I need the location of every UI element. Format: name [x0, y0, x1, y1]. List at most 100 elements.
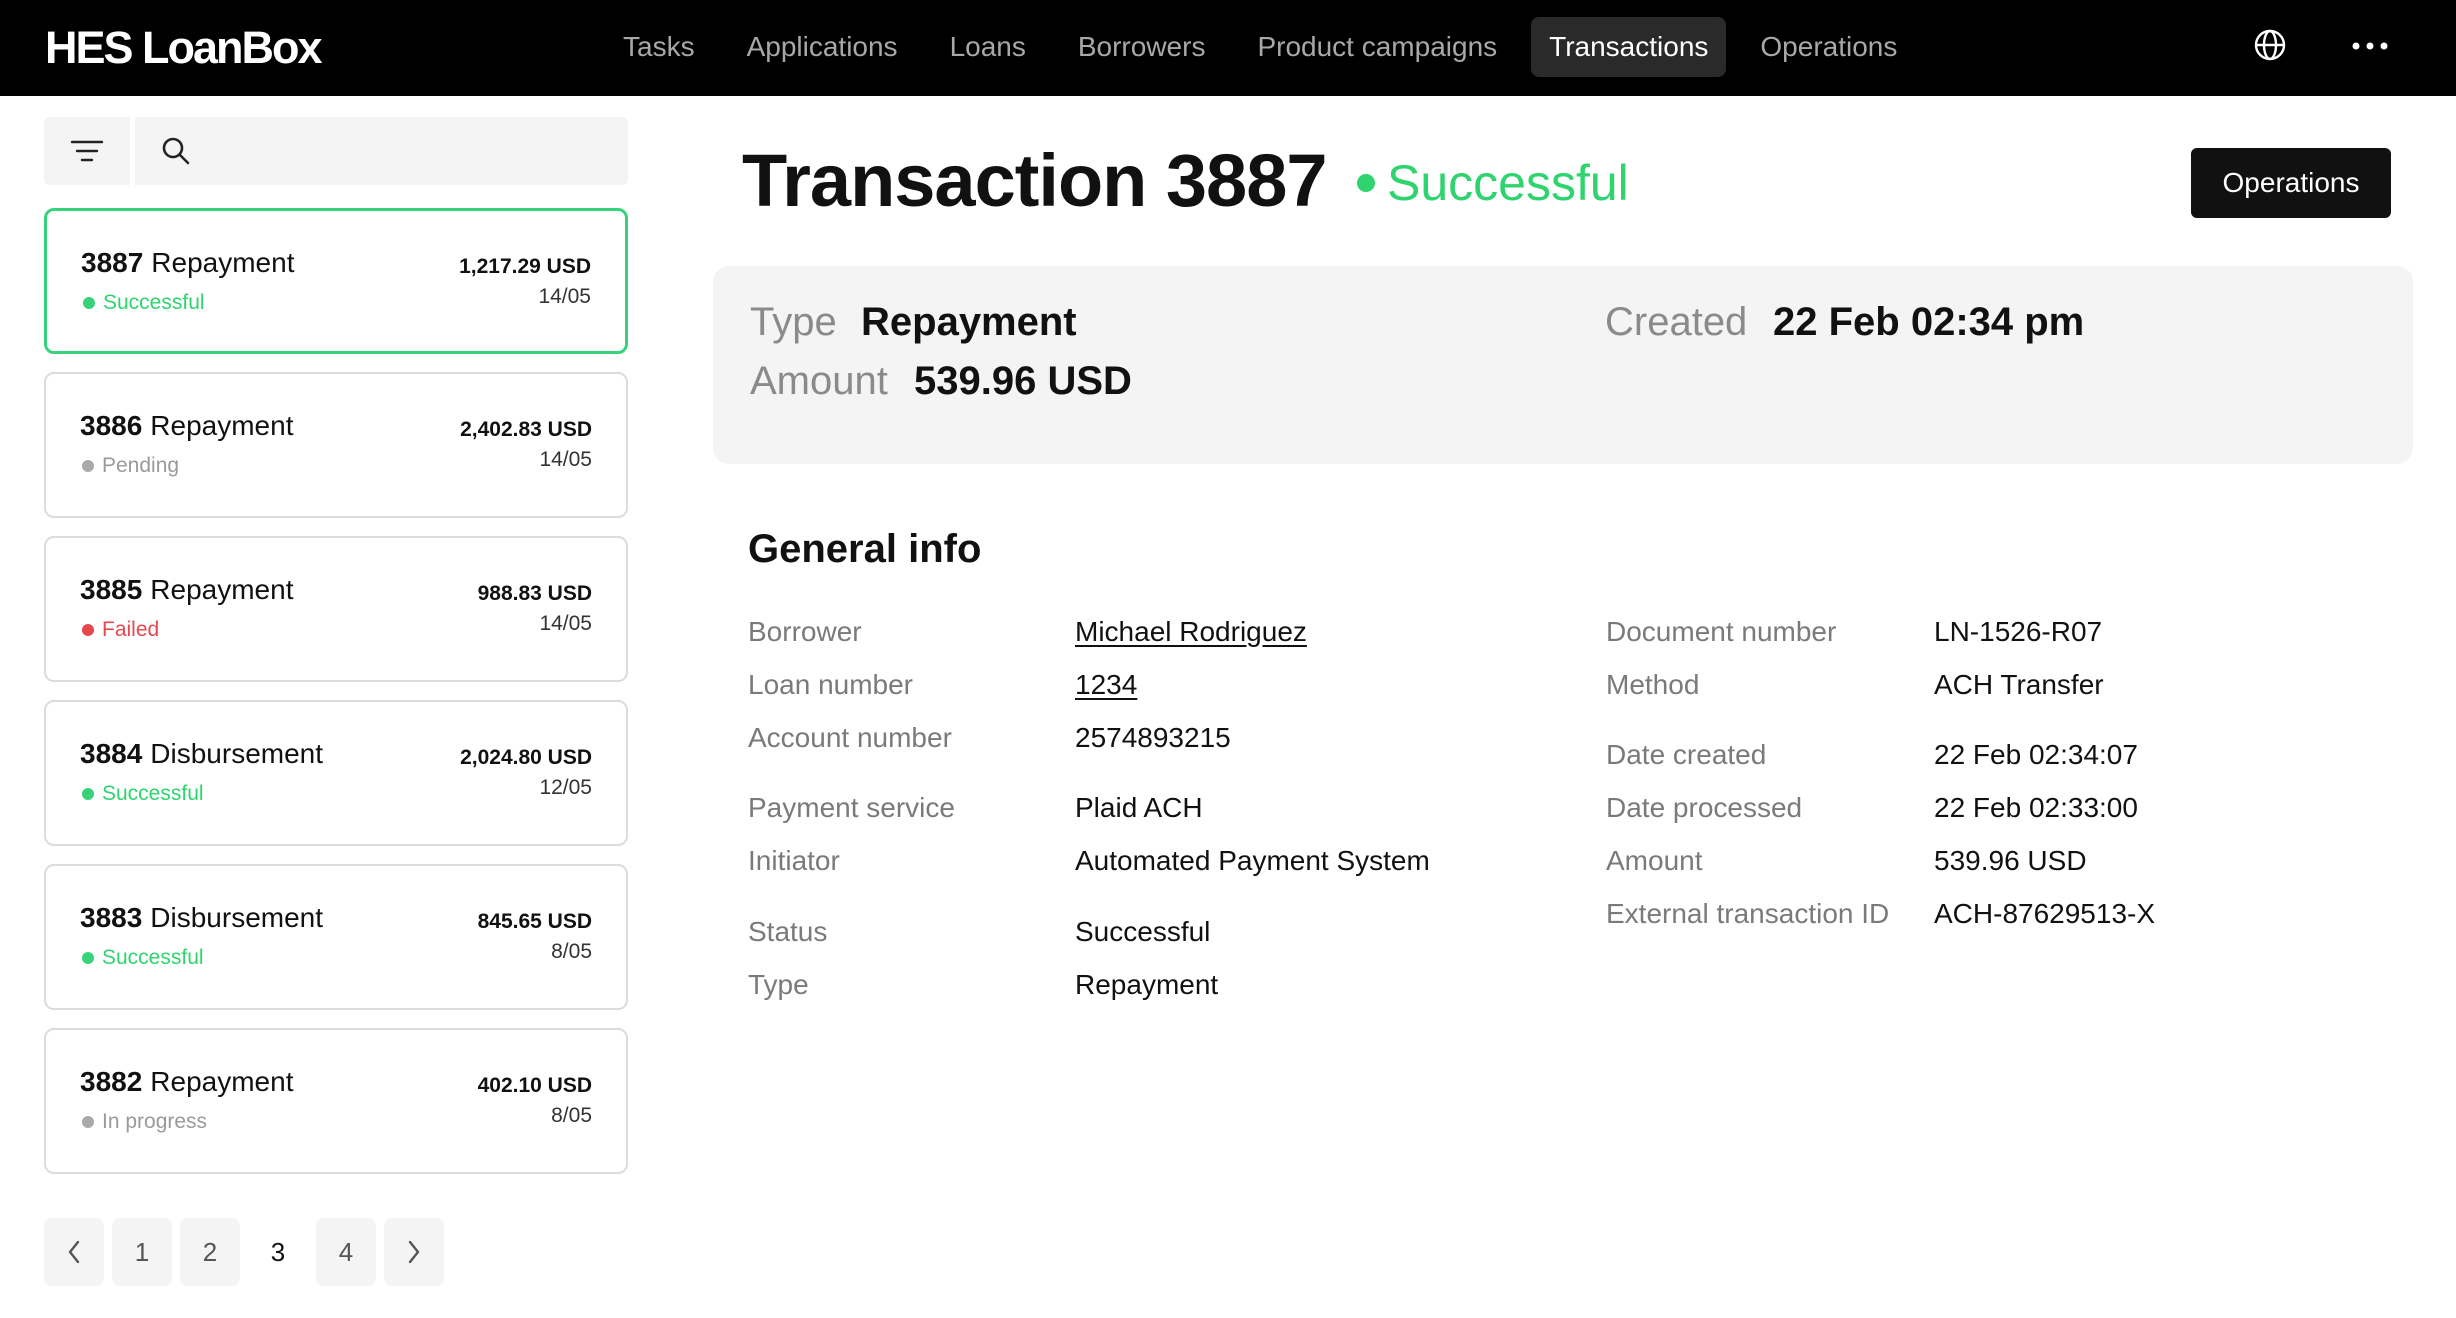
transaction-amount: 845.65 USD	[477, 910, 592, 933]
transaction-status-badge: Successful	[1357, 154, 1629, 212]
pagination-page-2[interactable]: 2	[180, 1218, 240, 1286]
pagination-next-button[interactable]	[384, 1218, 444, 1286]
type-value: Repayment	[1075, 969, 1219, 1000]
summary-created-value: 22 Feb 02:34 pm	[1773, 300, 2085, 344]
status-text: Successful	[103, 291, 205, 314]
pagination-page-1[interactable]: 1	[112, 1218, 172, 1286]
transaction-card-3883[interactable]: 3883 Disbursement Successful 845.65 USD 8…	[44, 864, 628, 1010]
transaction-number: 3886	[80, 410, 143, 441]
status-dot	[82, 788, 94, 800]
more-horizontal-icon[interactable]	[2350, 29, 2390, 63]
transaction-number: 3887	[81, 247, 144, 278]
transaction-number: 3882	[80, 1066, 143, 1097]
general-info-title: General info	[748, 527, 982, 571]
transaction-date: 8/05	[551, 1104, 592, 1127]
pagination-page-4[interactable]: 4	[316, 1218, 376, 1286]
status-text: Successful	[1387, 155, 1629, 211]
nav-item-product-campaigns[interactable]: Product campaigns	[1239, 17, 1515, 77]
transaction-card-3884[interactable]: 3884 Disbursement Successful 2,024.80 USD…	[44, 700, 628, 846]
status-text: Pending	[102, 454, 180, 477]
info-label-payment-service: Payment service	[748, 792, 955, 823]
chevron-right-icon	[408, 1240, 420, 1264]
transaction-amount: 402.10 USD	[477, 1074, 592, 1097]
transaction-type: Repayment	[150, 1066, 294, 1097]
transaction-date: 14/05	[539, 612, 592, 635]
search-icon[interactable]	[161, 136, 191, 166]
transaction-type: Repayment	[151, 247, 295, 278]
borrower-link[interactable]: Michael Rodriguez	[1075, 616, 1307, 648]
transaction-card-3885[interactable]: 3885 Repayment Failed 988.83 USD 14/05	[44, 536, 628, 682]
info-label-type: Type	[748, 969, 809, 1000]
info-label-date-processed: Date processed	[1606, 792, 1803, 823]
filter-button[interactable]	[44, 117, 130, 185]
payment-service-value: Plaid ACH	[1075, 792, 1203, 823]
status-badge: Successful	[82, 782, 204, 806]
info-label-borrower: Borrower	[748, 616, 862, 647]
page-title: Transaction 3887	[742, 139, 1328, 222]
transaction-number: 3883	[80, 902, 143, 933]
info-label-loan-number: Loan number	[748, 669, 914, 700]
nav-item-applications[interactable]: Applications	[729, 17, 916, 77]
document-number-value: LN-1526-R07	[1934, 616, 2103, 647]
summary-card: Type Repayment Amount 539.96 USD Created…	[713, 266, 2413, 464]
transaction-amount: 988.83 USD	[477, 582, 592, 605]
initiator-value: Automated Payment System	[1075, 845, 1430, 876]
pagination-prev-button[interactable]	[44, 1218, 104, 1286]
nav-item-transactions[interactable]: Transactions	[1531, 17, 1727, 77]
transaction-list: 3887 Repayment Successful 1,217.29 USD 14…	[44, 208, 628, 1192]
top-navigation-bar: HES LoanBox Tasks Applications Loans Bor…	[0, 0, 2456, 96]
status-badge: Successful	[82, 946, 204, 970]
filter-icon	[70, 140, 104, 162]
status-badge: Successful	[83, 291, 205, 315]
account-number-value: 2574893215	[1075, 722, 1231, 753]
nav-item-borrowers[interactable]: Borrowers	[1060, 17, 1224, 77]
globe-icon[interactable]	[2253, 28, 2287, 62]
transaction-date: 12/05	[539, 776, 592, 799]
transaction-card-3886[interactable]: 3886 Repayment Pending 2,402.83 USD 14/05	[44, 372, 628, 518]
status-value: Successful	[1075, 916, 1211, 947]
loan-number-link[interactable]: 1234	[1075, 669, 1137, 701]
status-text: In progress	[102, 1110, 208, 1133]
transaction-number: 3884	[80, 738, 143, 769]
nav-item-tasks[interactable]: Tasks	[605, 17, 713, 77]
pagination-page-3[interactable]: 3	[248, 1218, 308, 1286]
info-label-date-created: Date created	[1606, 739, 1767, 770]
status-text: Successful	[102, 946, 204, 969]
info-label-document-number: Document number	[1606, 616, 1837, 647]
status-badge: Failed	[82, 618, 159, 642]
info-label-method: Method	[1606, 669, 1700, 700]
app-logo[interactable]: HES LoanBox	[45, 22, 323, 74]
operations-button[interactable]: Operations	[2191, 148, 2391, 218]
status-text: Successful	[102, 782, 204, 805]
status-dot	[82, 624, 94, 636]
info-label-external-transaction-id: External transaction ID	[1606, 898, 1890, 929]
search-box	[135, 117, 628, 185]
summary-type-value: Repayment	[861, 300, 1077, 344]
external-transaction-id-value: ACH-87629513-X	[1934, 898, 2156, 929]
nav-item-loans[interactable]: Loans	[932, 17, 1044, 77]
transaction-card-3882[interactable]: 3882 Repayment In progress 402.10 USD 8/0…	[44, 1028, 628, 1174]
chevron-left-icon	[68, 1240, 80, 1264]
amount-value: 539.96 USD	[1934, 845, 2087, 876]
status-dot	[83, 297, 95, 309]
transaction-date: 8/05	[551, 940, 592, 963]
pagination: 1 2 3 4	[44, 1218, 452, 1286]
method-value: ACH Transfer	[1934, 669, 2104, 700]
nav-item-operations[interactable]: Operations	[1742, 17, 1915, 77]
transaction-card-3887[interactable]: 3887 Repayment Successful 1,217.29 USD 14…	[44, 208, 628, 354]
transaction-date: 14/05	[539, 448, 592, 471]
info-label-status: Status	[748, 916, 828, 947]
date-created-value: 22 Feb 02:34:07	[1934, 739, 2138, 770]
date-processed-value: 22 Feb 02:33:00	[1934, 792, 2138, 823]
status-dot	[82, 460, 94, 472]
summary-amount-value: 539.96 USD	[914, 359, 1132, 403]
summary-amount-label: Amount	[750, 359, 888, 403]
status-dot	[82, 952, 94, 964]
search-input[interactable]	[195, 117, 615, 185]
transaction-number: 3885	[80, 574, 143, 605]
status-text: Failed	[102, 618, 160, 641]
transaction-amount: 2,024.80 USD	[460, 746, 592, 769]
info-label-amount: Amount	[1606, 845, 1703, 876]
transaction-date: 14/05	[538, 285, 591, 308]
info-label-account-number: Account number	[748, 722, 952, 753]
